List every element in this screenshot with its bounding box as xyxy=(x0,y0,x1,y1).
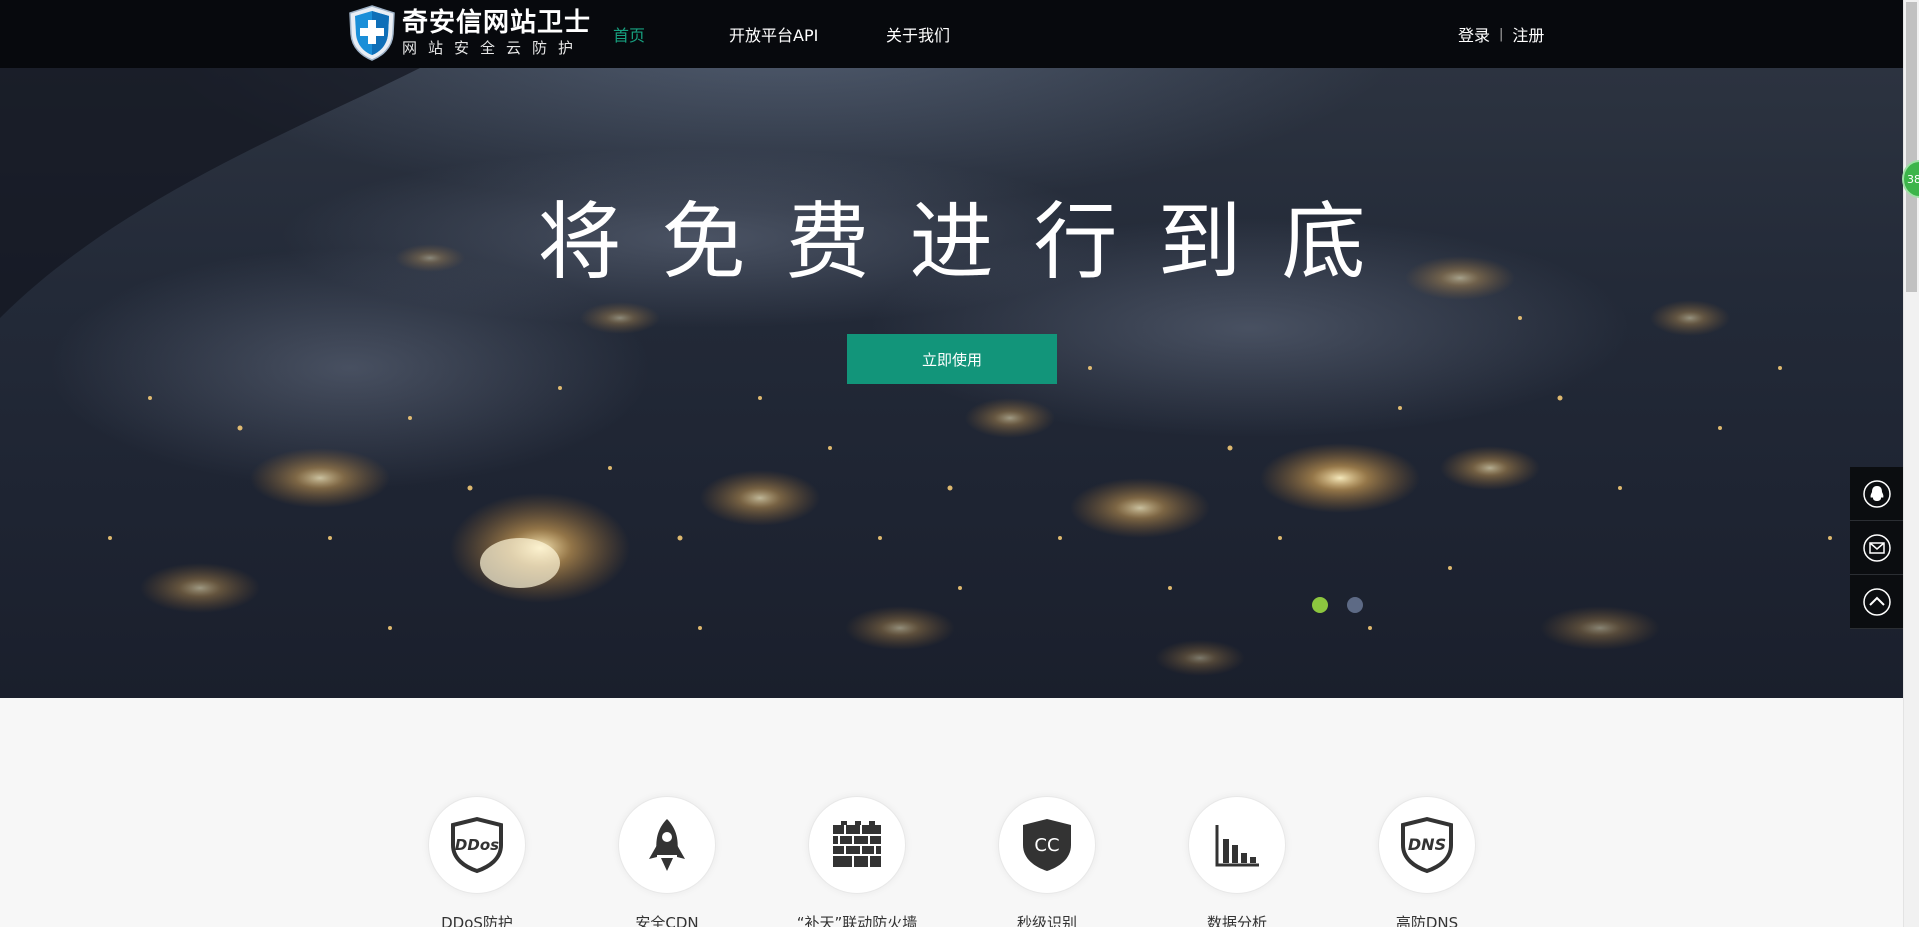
register-link[interactable]: 注册 xyxy=(1512,22,1544,46)
feature-icon-circle xyxy=(808,796,906,894)
login-link[interactable]: 登录 xyxy=(1458,22,1490,46)
features-section: DDos DDoS防护 安全CDN “补天”联动防火墙 CC 秒级识别 数据分析… xyxy=(0,698,1903,927)
nav-open-platform-api[interactable]: 开放平台API xyxy=(729,0,818,68)
hero-banner: 将免费进行到底 立即使用 xyxy=(0,68,1903,698)
logo-subtitle: 网站安全云防护 xyxy=(402,39,585,57)
feature-firewall[interactable]: “补天”联动防火墙 xyxy=(797,796,917,927)
feature-label: 高防DNS xyxy=(1395,914,1459,927)
dns-shield-icon: DNS xyxy=(1401,816,1453,874)
auth-links: 登录 | 注册 xyxy=(1458,0,1544,68)
nav-about-us[interactable]: 关于我们 xyxy=(886,0,950,68)
feature-dns[interactable]: DNS 高防DNS xyxy=(1377,796,1477,927)
svg-text:CC: CC xyxy=(1034,835,1059,856)
firewall-icon xyxy=(833,821,881,867)
feature-label: 数据分析 xyxy=(1206,914,1267,927)
email-contact-button[interactable] xyxy=(1850,521,1903,575)
feature-icon-circle xyxy=(1188,796,1286,894)
back-to-top-button[interactable] xyxy=(1850,575,1903,629)
feature-label: “补天”联动防火墙 xyxy=(796,914,918,927)
mail-icon xyxy=(1862,533,1891,562)
bar-chart-icon xyxy=(1215,825,1259,867)
svg-text:DNS: DNS xyxy=(1408,835,1446,854)
carousel-dot-1[interactable] xyxy=(1312,597,1328,613)
hero-title: 将免费进行到底 xyxy=(537,193,1406,291)
feature-label: DDoS防护 xyxy=(441,914,513,927)
feature-icon-circle: DDos xyxy=(428,796,526,894)
feature-icon-circle: CC xyxy=(998,796,1096,894)
logo-title: 奇安信网站卫士 xyxy=(402,8,592,38)
qq-contact-button[interactable] xyxy=(1850,467,1903,521)
qq-penguin-icon xyxy=(1862,479,1891,508)
feature-label: 安全CDN xyxy=(635,914,699,927)
rocket-icon xyxy=(649,819,685,871)
site-logo[interactable]: 奇安信网站卫士 网站安全云防护 xyxy=(346,4,591,62)
feature-icon-circle xyxy=(618,796,716,894)
back-to-top-icon xyxy=(1862,587,1891,616)
carousel-dot-2[interactable] xyxy=(1347,597,1363,613)
top-navigation-bar: 奇安信网站卫士 网站安全云防护 首页 开放平台API 关于我们 登录 | 注册 xyxy=(0,0,1903,68)
vertical-scrollbar[interactable] xyxy=(1903,0,1919,927)
ddos-shield-icon: DDos xyxy=(451,816,503,874)
feature-ddos[interactable]: DDos DDoS防护 xyxy=(427,796,527,927)
auth-separator: | xyxy=(1499,26,1504,42)
feature-analytics[interactable]: 数据分析 xyxy=(1187,796,1287,927)
side-toolbar xyxy=(1850,467,1903,629)
cc-shield-icon: CC xyxy=(1023,819,1071,871)
svg-text:DDos: DDos xyxy=(455,836,499,854)
scrollbar-thumb[interactable] xyxy=(1906,2,1917,292)
feature-cdn[interactable]: 安全CDN xyxy=(617,796,717,927)
page: 奇安信网站卫士 网站安全云防护 首页 开放平台API 关于我们 登录 | 注册 xyxy=(0,0,1903,927)
use-now-button[interactable]: 立即使用 xyxy=(847,334,1057,384)
feature-recognition[interactable]: CC 秒级识别 xyxy=(997,796,1097,927)
feature-label: 秒级识别 xyxy=(1016,914,1077,927)
feature-icon-circle: DNS xyxy=(1378,796,1476,894)
shield-logo-icon xyxy=(349,5,395,61)
nav-home[interactable]: 首页 xyxy=(613,0,645,68)
